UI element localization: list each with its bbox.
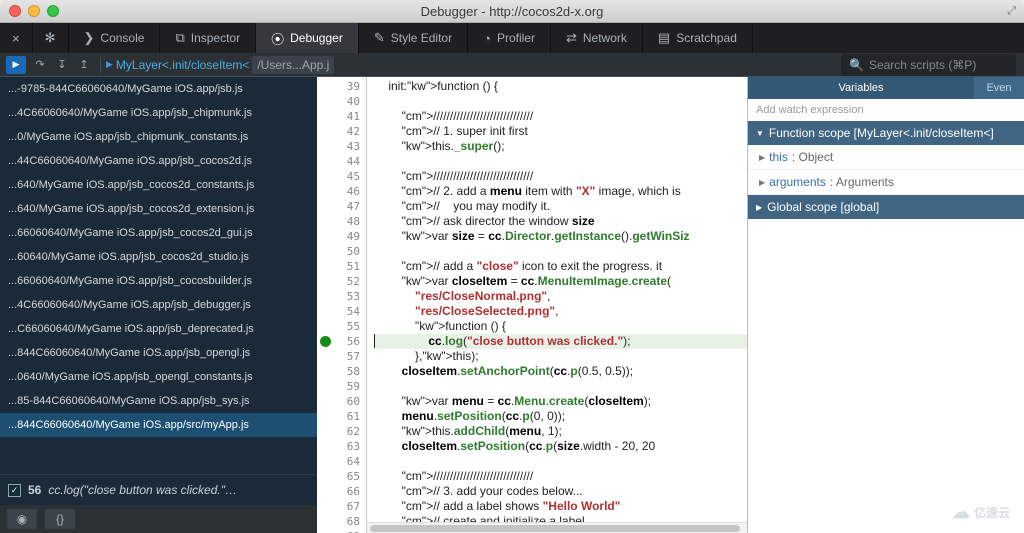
tab-label: Debugger: [290, 31, 343, 45]
profiler-icon: ◔: [483, 31, 491, 46]
file-item[interactable]: ...640/MyGame iOS.app/jsb_cocos2d_consta…: [0, 173, 317, 197]
var-name: this: [769, 150, 788, 164]
search-placeholder: Search scripts (⌘P): [869, 58, 976, 72]
inspector-icon: ⧉: [175, 30, 184, 46]
file-item[interactable]: ...844C66060640/MyGame iOS.app/jsb_openg…: [0, 341, 317, 365]
code-editor[interactable]: init:"kw">function () { "cm">///////////…: [367, 77, 747, 533]
resume-button[interactable]: ▶: [6, 56, 26, 74]
breakpoint-gutter[interactable]: [317, 77, 334, 533]
horizontal-scrollbar[interactable]: [367, 522, 747, 533]
window-maximize-button[interactable]: [47, 5, 59, 17]
file-item[interactable]: ...60640/MyGame iOS.app/jsb_cocos2d_stud…: [0, 245, 317, 269]
tab-debugger[interactable]: ⦿ Debugger: [256, 23, 359, 53]
window-minimize-button[interactable]: [28, 5, 40, 17]
file-item[interactable]: ...-9785-844C66060640/MyGame iOS.app/jsb…: [0, 77, 317, 101]
file-item[interactable]: ...66060640/MyGame iOS.app/jsb_cocosbuil…: [0, 269, 317, 293]
tab-console[interactable]: ❯ Console: [69, 23, 161, 53]
watermark: ☁亿速云: [952, 502, 1010, 523]
hit-line-number: 56: [28, 483, 41, 497]
watch-expression-input[interactable]: Add watch expression: [748, 99, 1024, 121]
breakpoint-hit-row[interactable]: ✓ 56 cc.log("close button was clicked."…: [0, 474, 317, 505]
gear-icon: ✻: [45, 30, 56, 46]
triangle-right-icon: ▶: [756, 203, 762, 212]
eye-toggle-button[interactable]: ◉: [7, 509, 37, 529]
file-item[interactable]: ...44C66060640/MyGame iOS.app/jsb_cocos2…: [0, 149, 317, 173]
variables-panel: Variables Even Add watch expression ▼ Fun…: [747, 77, 1024, 533]
var-value: : Arguments: [830, 175, 894, 189]
close-icon: ×: [12, 31, 20, 46]
breadcrumb-source[interactable]: /Users...App.j: [252, 56, 334, 74]
function-scope-header[interactable]: ▼ Function scope [MyLayer<.init/closeItem…: [748, 121, 1024, 145]
global-scope-header[interactable]: ▶ Global scope [global]: [748, 195, 1024, 219]
triangle-down-icon: ▼: [756, 129, 764, 138]
scope-label: Function scope [MyLayer<.init/closeItem<…: [769, 126, 994, 140]
file-item[interactable]: ...640/MyGame iOS.app/jsb_cocos2d_extens…: [0, 197, 317, 221]
file-item[interactable]: ...85-844C66060640/MyGame iOS.app/jsb_sy…: [0, 389, 317, 413]
tab-label: Inspector: [191, 31, 240, 45]
sources-sidebar: ...-9785-844C66060640/MyGame iOS.app/jsb…: [0, 77, 317, 533]
window-close-button[interactable]: [9, 5, 21, 17]
triangle-right-icon: ▶: [759, 153, 765, 162]
file-item[interactable]: ...66060640/MyGame iOS.app/jsb_cocos2d_g…: [0, 221, 317, 245]
file-item[interactable]: ...0/MyGame iOS.app/jsb_chipmunk_constan…: [0, 125, 317, 149]
devtools-toolbar: × ✻ ❯ Console ⧉ Inspector ⦿ Debugger ✎ Style…: [0, 23, 1024, 53]
breadcrumb-frame[interactable]: MyLayer<.init/closeItem<: [116, 58, 249, 72]
file-item[interactable]: ...4C66060640/MyGame iOS.app/jsb_chipmun…: [0, 101, 317, 125]
close-devtools-button[interactable]: ×: [0, 23, 33, 53]
hit-line-text: cc.log("close button was clicked."…: [48, 483, 237, 497]
tab-inspector[interactable]: ⧉ Inspector: [160, 23, 256, 53]
pretty-print-button[interactable]: {}: [45, 509, 75, 529]
tab-label: Scratchpad: [676, 31, 737, 45]
tab-profiler[interactable]: ◔ Profiler: [468, 23, 551, 53]
scope-label: Global scope [global]: [767, 200, 879, 214]
titlebar: Debugger - http://cocos2d-x.org ⤢: [0, 0, 1024, 23]
chevron-right-icon: ▶: [106, 59, 113, 70]
network-icon: ⇄: [566, 30, 577, 46]
step-in-button[interactable]: ↧: [52, 56, 72, 74]
line-number-gutter[interactable]: 3940414243444546474849505152535455565758…: [334, 77, 367, 533]
file-list[interactable]: ...-9785-844C66060640/MyGame iOS.app/jsb…: [0, 77, 317, 474]
tab-label: Network: [583, 31, 627, 45]
tab-events[interactable]: Even: [974, 77, 1024, 99]
debugger-subbar: ▶ ↷ ↧ ↥ ▶ MyLayer<.init/closeItem< /User…: [0, 53, 1024, 77]
cloud-icon: ☁: [952, 502, 970, 523]
sidebar-bottom-strip: ◉ {}: [0, 505, 317, 533]
file-item[interactable]: ...844C66060640/MyGame iOS.app/src/myApp…: [0, 413, 317, 437]
style-editor-icon: ✎: [374, 30, 385, 46]
file-item[interactable]: ...0640/MyGame iOS.app/jsb_opengl_consta…: [0, 365, 317, 389]
scope-var-arguments[interactable]: ▶ arguments : Arguments: [748, 170, 1024, 195]
tab-scratchpad[interactable]: ▤ Scratchpad: [643, 23, 753, 53]
tab-label: Style Editor: [391, 31, 452, 45]
tab-label: Console: [100, 31, 144, 45]
checked-icon: ✓: [8, 484, 21, 497]
tab-label: Profiler: [497, 31, 535, 45]
step-over-button[interactable]: ↷: [30, 56, 50, 74]
window-expand-icon[interactable]: ⤢: [1007, 5, 1016, 18]
tab-network[interactable]: ⇄ Network: [551, 23, 643, 53]
search-scripts-input[interactable]: 🔍 Search scripts (⌘P): [841, 54, 1016, 76]
step-out-button[interactable]: ↥: [74, 56, 94, 74]
debugger-icon: ⦿: [271, 29, 284, 48]
var-name: arguments: [769, 175, 826, 189]
options-button[interactable]: ✻: [33, 23, 69, 53]
call-stack-breadcrumb: ▶ MyLayer<.init/closeItem< /Users...App.…: [106, 56, 334, 74]
tab-variables[interactable]: Variables: [748, 77, 974, 99]
scratchpad-icon: ▤: [658, 30, 670, 46]
file-item[interactable]: ...C66060640/MyGame iOS.app/jsb_deprecat…: [0, 317, 317, 341]
scope-var-this[interactable]: ▶ this : Object: [748, 145, 1024, 170]
triangle-right-icon: ▶: [759, 178, 765, 187]
file-item[interactable]: ...4C66060640/MyGame iOS.app/jsb_debugge…: [0, 293, 317, 317]
console-icon: ❯: [84, 30, 95, 46]
var-value: : Object: [792, 150, 833, 164]
search-icon: 🔍: [849, 58, 864, 72]
window-title: Debugger - http://cocos2d-x.org: [8, 4, 1016, 19]
tab-style-editor[interactable]: ✎ Style Editor: [359, 23, 468, 53]
breakpoint-marker-icon[interactable]: [320, 336, 331, 347]
